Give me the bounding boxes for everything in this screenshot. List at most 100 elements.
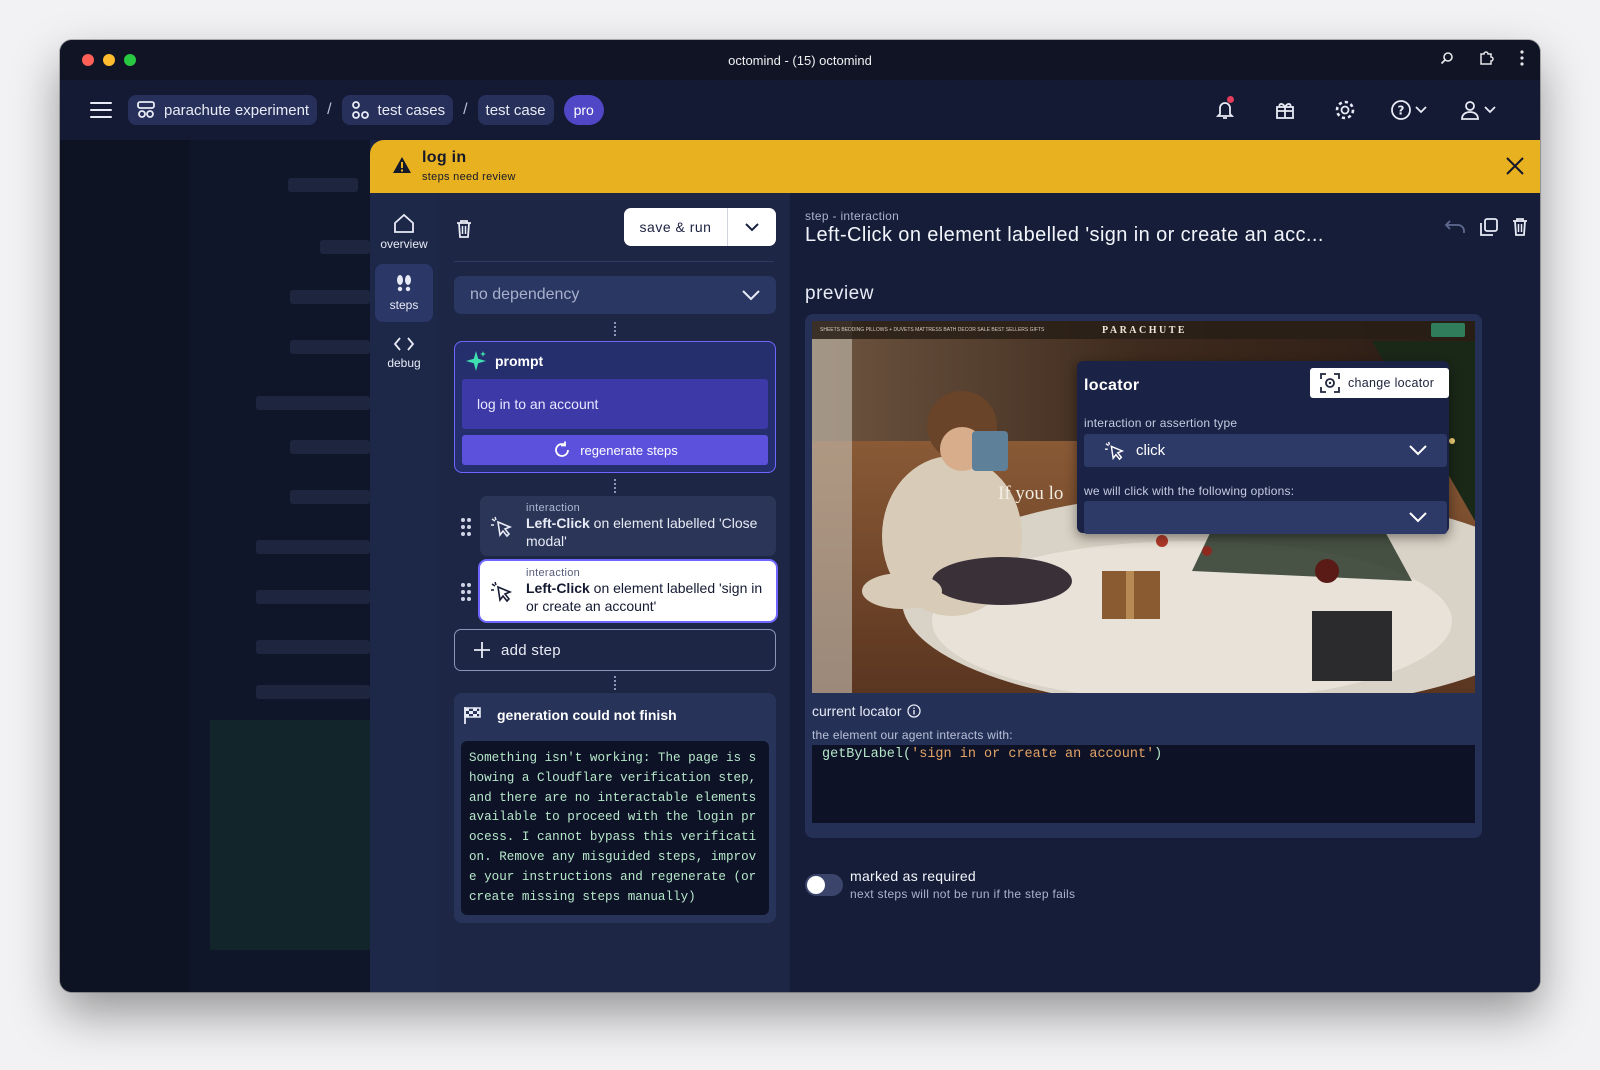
background-row <box>320 240 370 254</box>
step-type: interaction <box>526 567 581 579</box>
dependency-select[interactable]: no dependency <box>454 276 776 314</box>
connector <box>614 479 616 493</box>
change-locator-button[interactable]: change locator <box>1310 368 1449 398</box>
step-action: Left-Click <box>526 515 590 531</box>
current-locator-heading: current locator <box>812 703 922 719</box>
breadcrumb-project[interactable]: parachute experiment <box>128 95 318 125</box>
regenerate-steps-label: regenerate steps <box>580 442 678 458</box>
generation-error-message: Something isn't working: The page is sho… <box>461 741 769 915</box>
delete-trash-icon[interactable] <box>1512 217 1528 236</box>
step-detail: step - interaction Left-Click on element… <box>790 193 1540 992</box>
undo-icon[interactable] <box>1444 219 1466 235</box>
title-bar: octomind - (15) octomind <box>60 40 1540 80</box>
rail-item-overview[interactable]: overview <box>375 203 433 261</box>
step-kind: step - interaction <box>805 209 900 223</box>
info-icon[interactable] <box>907 704 922 718</box>
home-icon <box>394 213 414 233</box>
hamburger-menu-icon[interactable] <box>90 102 112 118</box>
zoom-icon[interactable] <box>1440 51 1454 65</box>
regenerate-steps-button[interactable]: regenerate steps <box>462 435 768 465</box>
gift-icon[interactable] <box>1270 96 1300 124</box>
settings-gear-icon[interactable] <box>1330 96 1360 124</box>
generation-header: generation could not finish <box>463 705 677 725</box>
interaction-type-label: interaction or assertion type <box>1084 416 1238 430</box>
minimize-window-button[interactable] <box>103 54 115 66</box>
background-row <box>256 590 370 604</box>
notification-dot <box>1227 96 1234 103</box>
step-item[interactable]: interaction Left-Click on element labell… <box>480 496 776 556</box>
code-close-paren: ) <box>1154 747 1163 762</box>
chevron-down-icon <box>742 289 760 300</box>
sparkle-icon <box>466 351 486 371</box>
rail-item-debug[interactable]: debug <box>375 324 433 382</box>
project-icon <box>137 101 155 118</box>
help-icon[interactable]: ? <box>1390 96 1430 124</box>
footsteps-icon <box>397 275 411 292</box>
add-step-label: add step <box>501 641 561 659</box>
breadcrumb-test-case-label: test case <box>485 101 546 119</box>
side-rail: overview steps debug <box>370 193 438 992</box>
prompt-header: prompt <box>465 350 543 372</box>
notification-bell-icon[interactable] <box>1210 96 1240 124</box>
top-navigation: parachute experiment / test cases / test… <box>60 80 1540 140</box>
drag-handle-icon[interactable] <box>460 517 472 537</box>
step-description: Left-Click on element labelled 'sign in … <box>526 579 768 615</box>
duplicate-icon[interactable] <box>1480 217 1498 236</box>
click-options-label: we will click with the following options… <box>1084 484 1295 498</box>
extension-icon[interactable] <box>1478 49 1496 67</box>
save-and-run-split-button: save & run <box>624 208 776 246</box>
plus-icon <box>474 642 490 658</box>
prompt-text[interactable]: log in to an account <box>462 379 768 429</box>
current-locator-description: the element our agent interacts with: <box>812 728 1013 742</box>
background-row <box>288 178 358 192</box>
banner-subtitle: steps need review <box>422 171 516 183</box>
code-argument: 'sign in or create an account' <box>911 747 1155 762</box>
rail-item-steps[interactable]: steps <box>375 264 433 322</box>
divider <box>454 261 774 262</box>
breadcrumb-separator: / <box>327 101 332 118</box>
close-window-button[interactable] <box>82 54 94 66</box>
preview-frame: SHEETS BEDDING PILLOWS + DUVETS MATTRESS… <box>805 314 1482 838</box>
browser-actions <box>1440 49 1524 67</box>
save-and-run-button[interactable]: save & run <box>624 208 728 246</box>
more-menu-icon[interactable] <box>1520 50 1524 66</box>
code-function: getByLabel( <box>822 747 912 762</box>
interaction-type-select[interactable]: click <box>1084 434 1447 467</box>
close-icon[interactable] <box>1504 155 1526 177</box>
locator-title: locator <box>1084 377 1140 394</box>
user-icon[interactable] <box>1460 96 1500 124</box>
breadcrumb-project-label: parachute experiment <box>164 101 310 119</box>
target-icon <box>1320 373 1340 393</box>
locator-code[interactable]: getByLabel('sign in or create an account… <box>812 745 1475 823</box>
required-toggle[interactable] <box>805 874 843 896</box>
locator-popover: locator change locator interaction or as… <box>1077 361 1449 534</box>
background-row <box>290 490 370 504</box>
step-type: interaction <box>526 502 581 514</box>
background-row <box>290 290 370 304</box>
banner-title: log in <box>422 149 467 166</box>
background-row <box>256 685 370 699</box>
generation-status-card: generation could not finish Something is… <box>454 693 776 923</box>
background-row <box>256 396 370 410</box>
background-row <box>256 640 370 654</box>
refresh-icon <box>555 441 570 457</box>
step-item-selected[interactable]: interaction Left-Click on element labell… <box>480 561 776 621</box>
drag-handle-icon[interactable] <box>460 582 472 602</box>
maximize-window-button[interactable] <box>124 54 136 66</box>
flag-icon <box>464 707 481 724</box>
delete-trash-icon[interactable] <box>456 219 472 238</box>
window-controls <box>82 54 136 66</box>
site-hero-text: If you lo <box>998 483 1064 504</box>
chevron-down-icon <box>1409 512 1427 523</box>
step-description: Left-Click on element labelled 'Close mo… <box>526 514 768 550</box>
background-row <box>290 440 370 454</box>
test-cases-icon <box>351 101 369 119</box>
breadcrumb-test-case[interactable]: test case <box>477 95 554 125</box>
add-step-button[interactable]: add step <box>454 629 776 671</box>
save-options-dropdown[interactable] <box>728 222 776 232</box>
required-description: next steps will not be run if the step f… <box>850 887 1076 901</box>
click-options-select[interactable] <box>1084 501 1447 534</box>
warning-icon <box>393 157 411 173</box>
test-case-panel: log in steps need review overview steps … <box>370 140 1540 992</box>
breadcrumb-test-cases[interactable]: test cases <box>341 95 454 125</box>
